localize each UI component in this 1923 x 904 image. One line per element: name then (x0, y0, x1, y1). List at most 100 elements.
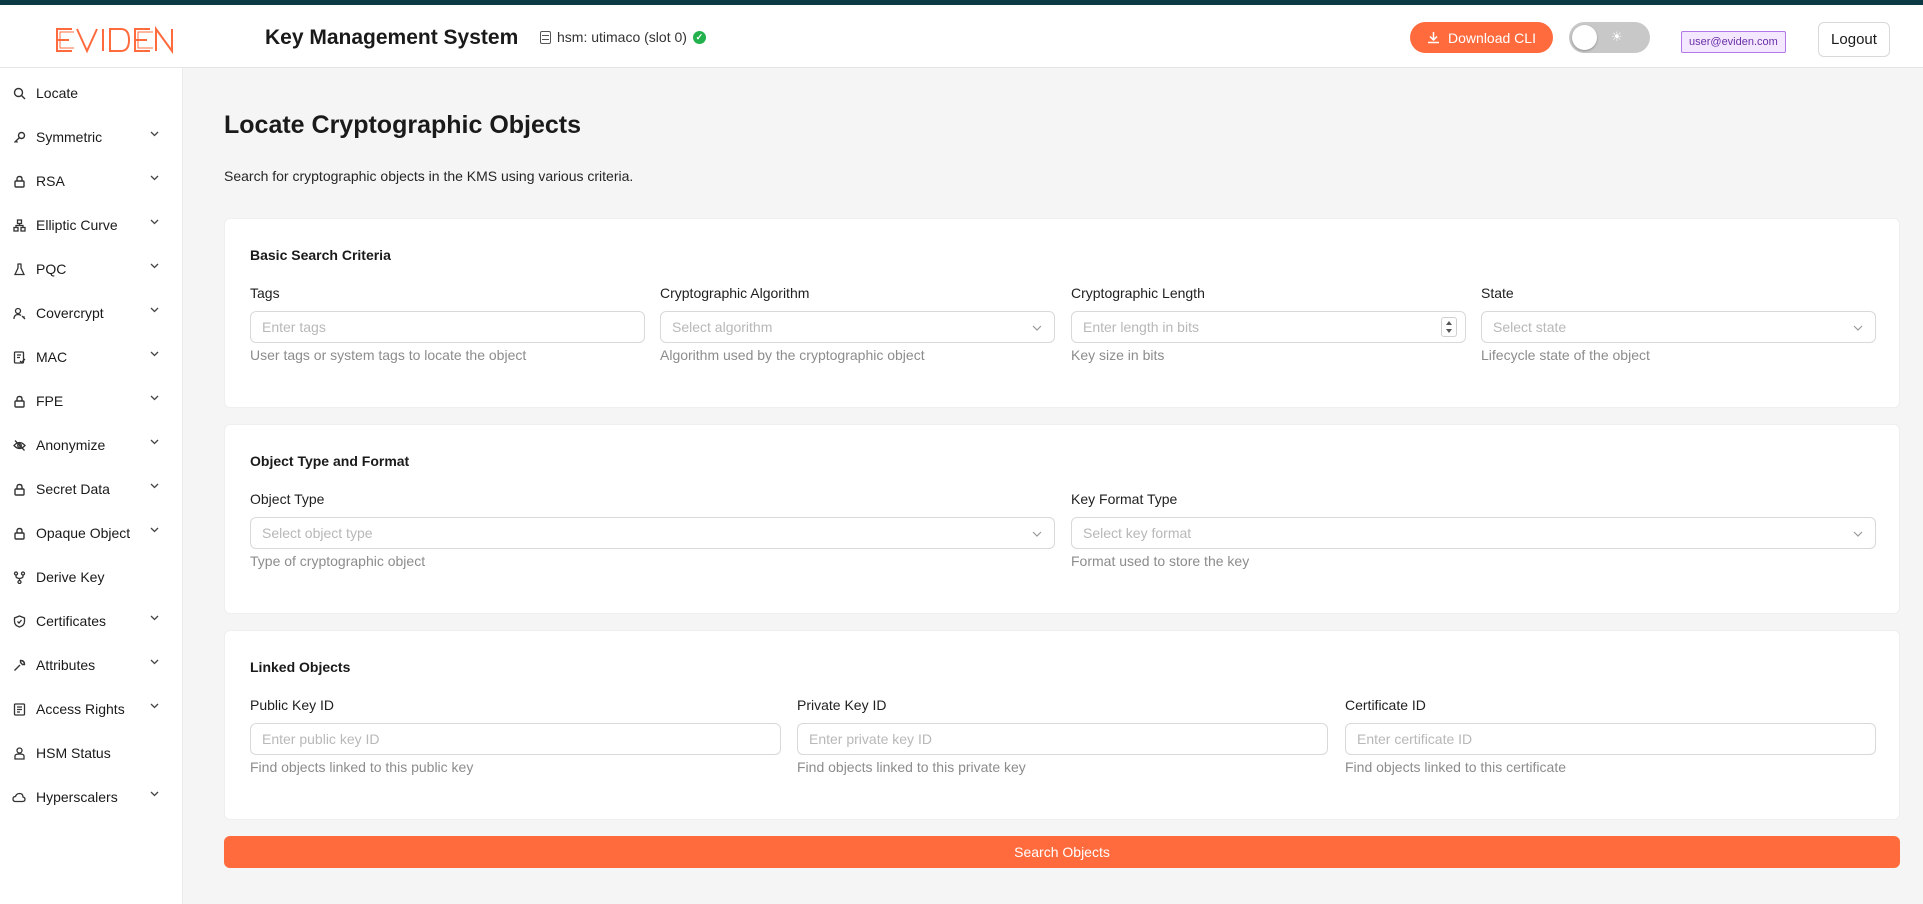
public-key-placeholder: Enter public key ID (262, 731, 380, 747)
sidebar-item-anonymize[interactable]: Anonymize (0, 423, 183, 467)
sidebar-item-fpe[interactable]: FPE (0, 379, 183, 423)
length-label: Cryptographic Length (1071, 285, 1205, 301)
sidebar-item-symmetric[interactable]: Symmetric (0, 115, 183, 159)
private-key-label: Private Key ID (797, 697, 887, 713)
key-format-label: Key Format Type (1071, 491, 1178, 507)
tags-input[interactable]: Enter tags (250, 311, 645, 343)
sidebar-item-derive-key[interactable]: Derive Key (0, 555, 183, 599)
sidebar-item-label: RSA (36, 173, 65, 189)
certificate-input[interactable]: Enter certificate ID (1345, 723, 1876, 755)
state-select[interactable]: Select state (1481, 311, 1876, 343)
sidebar-item-label: HSM Status (36, 745, 111, 761)
eye-off-icon (12, 438, 26, 452)
eviden-logo (56, 25, 173, 55)
object-type-select[interactable]: Select object type (250, 517, 1055, 549)
key-icon (12, 130, 26, 144)
sidebar-item-covercrypt[interactable]: Covercrypt (0, 291, 183, 335)
certificate-help: Find objects linked to this certificate (1345, 759, 1566, 775)
chevron-down-icon (150, 615, 159, 621)
chevron-down-icon (150, 175, 159, 181)
algorithm-placeholder: Select algorithm (672, 319, 773, 335)
chevron-down-icon (150, 131, 159, 137)
logout-button[interactable]: Logout (1818, 22, 1890, 57)
sidebar-item-label: Hyperscalers (36, 789, 118, 805)
algorithm-help: Algorithm used by the cryptographic obje… (660, 347, 925, 363)
object-type-card: Object Type and Format Object Type Selec… (224, 424, 1900, 614)
sidebar-item-opaque-object[interactable]: Opaque Object (0, 511, 183, 555)
card-title: Object Type and Format (250, 453, 410, 469)
page-title: Locate Cryptographic Objects (224, 111, 582, 139)
search-objects-button[interactable]: Search Objects (224, 836, 1900, 868)
sidebar-item-rsa[interactable]: RSA (0, 159, 183, 203)
sidebar-item-attributes[interactable]: Attributes (0, 643, 183, 687)
number-stepper[interactable] (1441, 317, 1457, 337)
public-key-label: Public Key ID (250, 697, 335, 713)
hsm-status-text: hsm: utimaco (slot 0) (557, 29, 687, 45)
sidebar-item-locate[interactable]: Locate (0, 71, 183, 115)
basic-search-card: Basic Search Criteria Tags Enter tags Us… (224, 218, 1900, 408)
hsm-status: hsm: utimaco (slot 0) ✓ (540, 29, 706, 45)
page-description: Search for cryptographic objects in the … (224, 168, 634, 184)
state-placeholder: Select state (1493, 319, 1567, 335)
length-help: Key size in bits (1071, 347, 1165, 363)
chevron-down-icon (150, 395, 159, 401)
sidebar-item-label: Access Rights (36, 701, 125, 717)
download-cli-label: Download CLI (1448, 29, 1536, 46)
chevron-down-icon (150, 351, 159, 357)
chevron-down-icon (150, 527, 159, 533)
chevron-down-icon (150, 219, 159, 225)
chevron-down-icon (1032, 531, 1042, 537)
file-check-icon (12, 350, 26, 364)
sidebar-item-label: Secret Data (36, 481, 110, 497)
sidebar-item-secret-data[interactable]: Secret Data (0, 467, 183, 511)
sidebar-item-elliptic-curve[interactable]: Elliptic Curve (0, 203, 183, 247)
card-title: Basic Search Criteria (250, 247, 391, 263)
sidebar-item-access-rights[interactable]: Access Rights (0, 687, 183, 731)
object-type-label: Object Type (250, 491, 325, 507)
search-icon (12, 86, 26, 100)
tags-placeholder: Enter tags (262, 319, 326, 335)
sidebar-item-label: Elliptic Curve (36, 217, 118, 233)
tags-label: Tags (250, 285, 280, 301)
sidebar-item-pqc[interactable]: PQC (0, 247, 183, 291)
algorithm-select[interactable]: Select algorithm (660, 311, 1055, 343)
toggle-knob (1572, 25, 1597, 50)
sidebar-item-certificates[interactable]: Certificates (0, 599, 183, 643)
key-format-help: Format used to store the key (1071, 553, 1250, 569)
lock-icon (12, 394, 26, 408)
chevron-down-icon (150, 659, 159, 665)
state-label: State (1481, 285, 1514, 301)
shield-icon (12, 614, 26, 628)
chevron-down-icon (1853, 325, 1863, 331)
download-cli-button[interactable]: Download CLI (1410, 22, 1553, 53)
public-key-help: Find objects linked to this public key (250, 759, 474, 775)
key-format-placeholder: Select key format (1083, 525, 1192, 541)
network-icon (12, 218, 26, 232)
private-key-input[interactable]: Enter private key ID (797, 723, 1328, 755)
sidebar-item-mac[interactable]: MAC (0, 335, 183, 379)
key-format-select[interactable]: Select key format (1071, 517, 1876, 549)
sidebar-item-label: Anonymize (36, 437, 106, 453)
app-title: Key Management System (265, 26, 519, 49)
chevron-down-icon (1853, 531, 1863, 537)
object-type-help: Type of cryptographic object (250, 553, 426, 569)
user-email-badge: user@eviden.com (1681, 31, 1786, 53)
sidebar-item-hyperscalers[interactable]: Hyperscalers (0, 775, 183, 819)
object-type-placeholder: Select object type (262, 525, 373, 541)
sidebar-item-label: Certificates (36, 613, 107, 629)
chevron-down-icon (1032, 325, 1042, 331)
public-key-input[interactable]: Enter public key ID (250, 723, 781, 755)
private-key-placeholder: Enter private key ID (809, 731, 932, 747)
sidebar-item-label: Symmetric (36, 129, 103, 145)
sun-icon: ☀ (1611, 29, 1623, 44)
fork-icon (12, 570, 26, 584)
sidebar-item-hsm-status[interactable]: HSM Status (0, 731, 183, 775)
app-header: Key Management System hsm: utimaco (slot… (0, 5, 1923, 68)
length-input[interactable]: Enter length in bits (1071, 311, 1466, 343)
wrench-icon (12, 658, 26, 672)
sidebar-item-label: PQC (36, 261, 67, 277)
download-icon (1428, 32, 1440, 44)
theme-toggle[interactable]: ☀ (1569, 22, 1650, 53)
linked-objects-card: Linked Objects Public Key ID Enter publi… (224, 630, 1900, 820)
certificate-placeholder: Enter certificate ID (1357, 731, 1473, 747)
